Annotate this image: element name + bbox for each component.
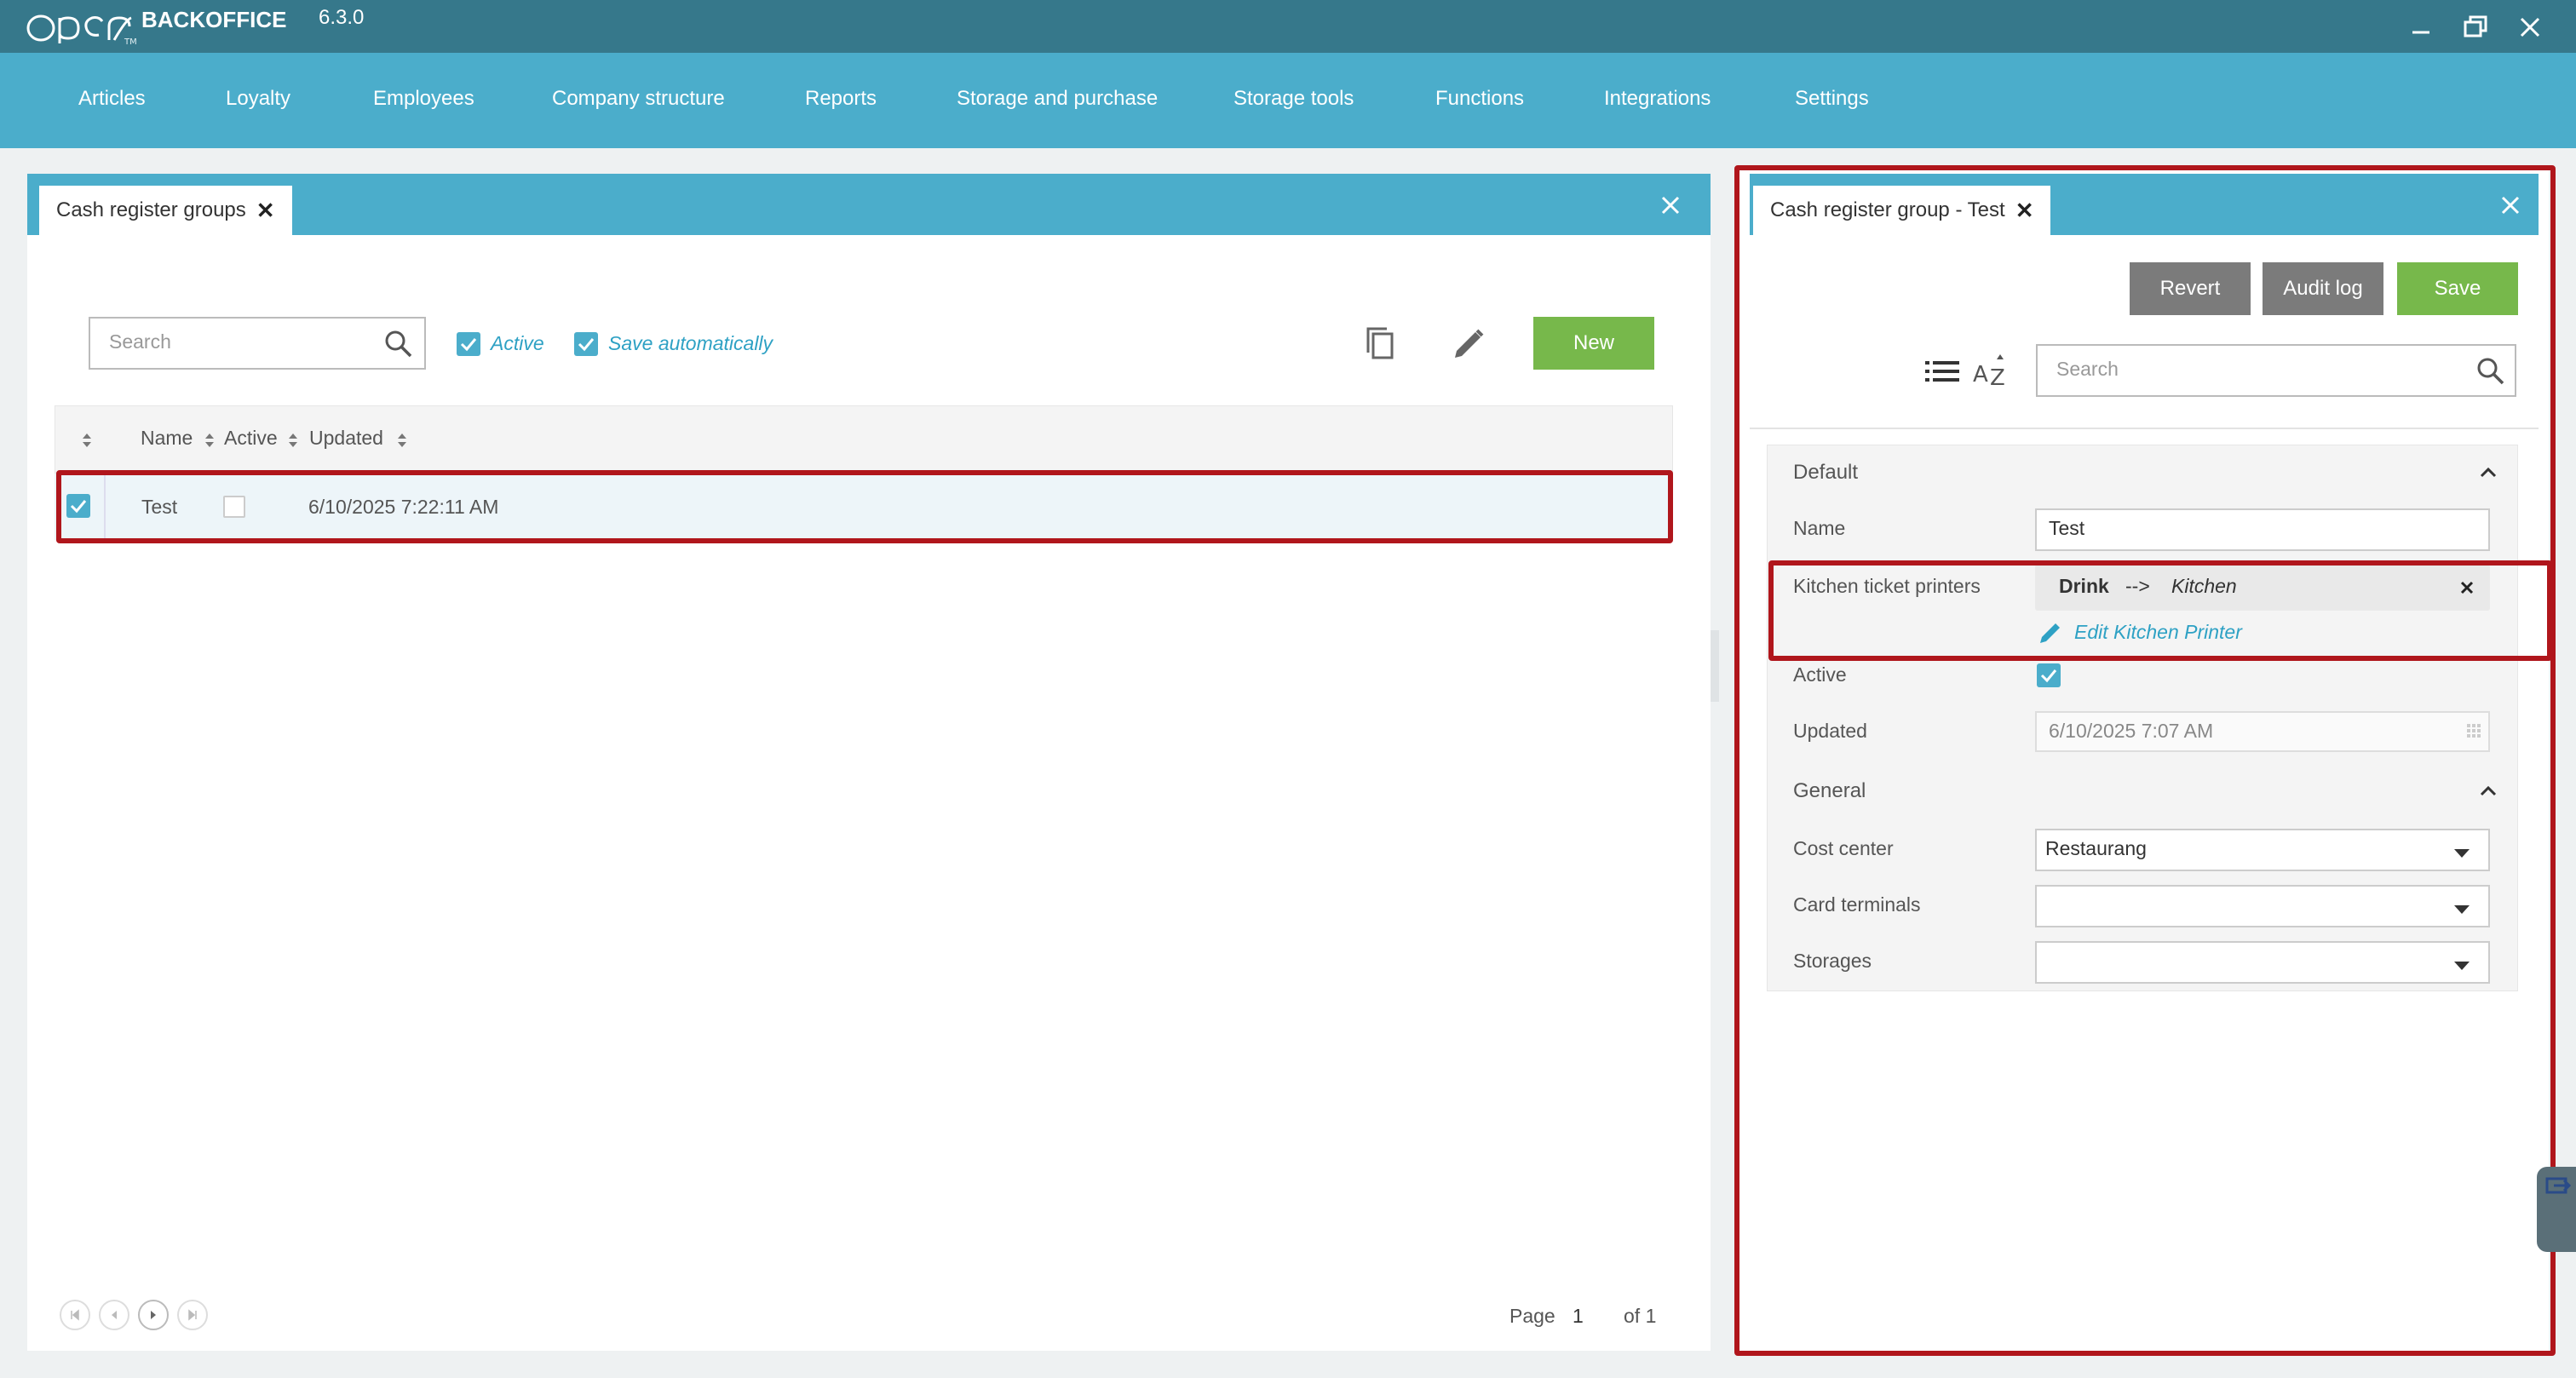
- first-page-icon: [71, 1309, 79, 1321]
- close-panel-icon[interactable]: [1656, 191, 1685, 220]
- menu-storage-tools[interactable]: Storage tools: [1233, 87, 1354, 111]
- new-button[interactable]: New: [1533, 317, 1654, 370]
- splitter-handle[interactable]: [1711, 630, 1719, 702]
- tab-cash-register-groups[interactable]: Cash register groups ✕: [39, 186, 292, 235]
- page-label: Page: [1509, 1305, 1555, 1327]
- last-page-button[interactable]: [177, 1300, 208, 1330]
- previous-page-button[interactable]: [99, 1300, 129, 1330]
- app-version: 6.3.0: [319, 6, 365, 29]
- search-placeholder: Search: [109, 330, 171, 353]
- previous-page-icon: [112, 1311, 117, 1319]
- panel-header: Cash register groups ✕: [27, 174, 1711, 235]
- page-number[interactable]: 1: [1573, 1305, 1584, 1328]
- active-filter-checkbox[interactable]: [457, 332, 480, 356]
- save-automatically-label[interactable]: Save automatically: [608, 332, 773, 355]
- search-icon[interactable]: [383, 329, 414, 359]
- minimize-icon[interactable]: [2404, 10, 2438, 44]
- restore-icon[interactable]: [2458, 10, 2493, 44]
- menu-storage-and-purchase[interactable]: Storage and purchase: [957, 87, 1158, 111]
- active-filter-label[interactable]: Active: [491, 332, 544, 355]
- highlight-box: [56, 470, 1673, 543]
- cash-register-groups-panel: Cash register groups ✕ Search Active Sav…: [27, 174, 1711, 1351]
- app-title: BACKOFFICE: [141, 7, 287, 32]
- sort-icon[interactable]: [204, 432, 216, 449]
- exit-icon: [2545, 1177, 2571, 1194]
- app-logo: TM: [24, 5, 137, 48]
- grid-header: Name Active Updated: [55, 405, 1673, 474]
- copy-icon[interactable]: [1360, 324, 1400, 365]
- save-automatically-checkbox[interactable]: [574, 332, 598, 356]
- tab-label: Cash register groups: [56, 198, 246, 221]
- check-icon: [460, 338, 477, 352]
- column-active[interactable]: Active: [224, 427, 278, 450]
- close-tab-icon[interactable]: ✕: [256, 198, 275, 224]
- highlight-box: [1734, 165, 2556, 1356]
- menu-loyalty[interactable]: Loyalty: [226, 87, 290, 111]
- last-page-icon: [188, 1309, 197, 1321]
- menu-integrations[interactable]: Integrations: [1604, 87, 1711, 111]
- menu-articles[interactable]: Articles: [78, 87, 146, 111]
- menu-reports[interactable]: Reports: [805, 87, 877, 111]
- main-menu: Articles Loyalty Employees Company struc…: [0, 53, 2576, 148]
- edit-icon[interactable]: [1448, 324, 1489, 365]
- open-logo-icon: [26, 14, 132, 43]
- menu-company-structure[interactable]: Company structure: [552, 87, 725, 111]
- next-page-button[interactable]: [138, 1300, 169, 1330]
- trademark: TM: [124, 37, 137, 47]
- sort-icon[interactable]: [287, 432, 299, 449]
- column-updated[interactable]: Updated: [309, 427, 383, 450]
- title-bar: TM BACKOFFICE 6.3.0: [0, 0, 2576, 53]
- menu-settings[interactable]: Settings: [1795, 87, 1869, 111]
- next-page-icon: [151, 1311, 156, 1319]
- page-count: of 1: [1624, 1305, 1657, 1327]
- menu-functions[interactable]: Functions: [1435, 87, 1524, 111]
- side-widget[interactable]: [2537, 1167, 2576, 1252]
- column-name[interactable]: Name: [141, 427, 193, 450]
- check-icon: [578, 338, 595, 352]
- first-page-button[interactable]: [60, 1300, 90, 1330]
- sort-icon[interactable]: [396, 432, 408, 449]
- search-input[interactable]: Search: [89, 317, 426, 370]
- close-window-icon[interactable]: [2513, 10, 2547, 44]
- menu-employees[interactable]: Employees: [373, 87, 474, 111]
- sort-icon[interactable]: [81, 432, 93, 449]
